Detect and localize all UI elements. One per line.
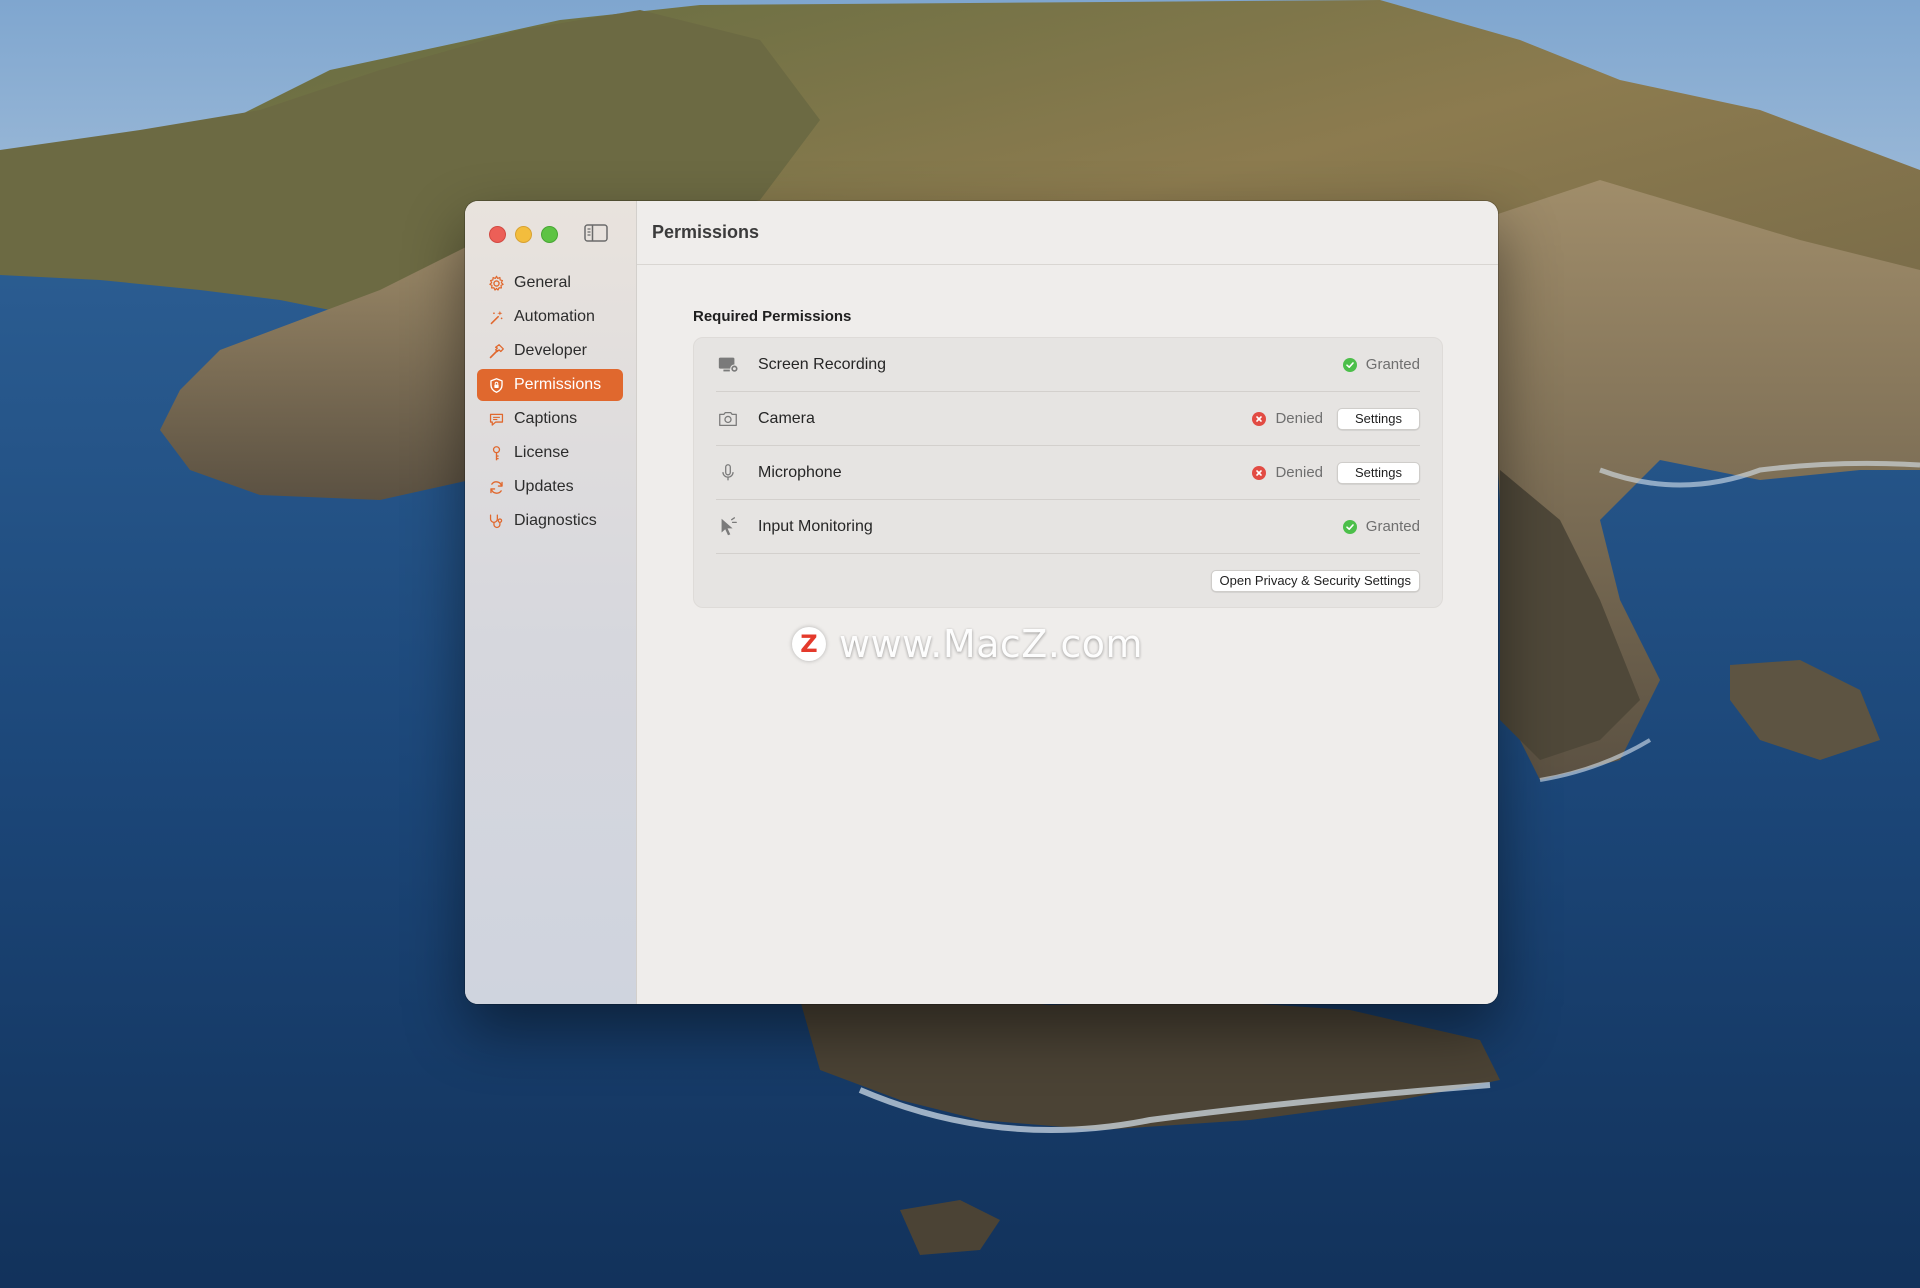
permission-status: Denied (1252, 410, 1323, 427)
camera-icon (716, 407, 740, 431)
shield-icon (487, 376, 505, 394)
sidebar-item-permissions[interactable]: Permissions (477, 369, 623, 401)
permission-status: Denied (1252, 464, 1323, 481)
watermark-text: www.MacZ.com (839, 622, 1144, 666)
sidebar-item-captions[interactable]: Captions (477, 403, 623, 435)
granted-check-icon (1342, 357, 1357, 372)
captions-icon (487, 410, 505, 428)
sidebar-item-label: Developer (514, 342, 587, 359)
permissions-content: Required Permissions Screen Recording Gr… (693, 308, 1443, 608)
screen-recording-icon (716, 353, 740, 377)
sidebar-item-license[interactable]: License (477, 437, 623, 469)
denied-x-icon (1252, 465, 1267, 480)
open-privacy-settings-button[interactable]: Open Privacy & Security Settings (1210, 569, 1420, 592)
permission-row-input-monitoring: Input Monitoring Granted (716, 500, 1420, 554)
camera-settings-button[interactable]: Settings (1337, 407, 1420, 430)
sidebar-item-diagnostics[interactable]: Diagnostics (477, 505, 623, 537)
permission-row-microphone: Microphone Denied Settings (716, 446, 1420, 500)
denied-x-icon (1252, 411, 1267, 426)
stethoscope-icon (487, 512, 505, 530)
permission-label: Screen Recording (758, 355, 887, 373)
sidebar-item-label: Diagnostics (514, 512, 597, 529)
close-button[interactable] (489, 226, 506, 243)
status-text: Granted (1365, 356, 1420, 373)
permission-label: Camera (758, 409, 815, 427)
magic-wand-icon (487, 308, 505, 326)
section-title: Required Permissions (693, 308, 852, 325)
sidebar-item-label: Captions (514, 410, 578, 427)
key-icon (487, 444, 505, 462)
zoom-button[interactable] (541, 226, 558, 243)
sidebar-item-automation[interactable]: Automation (477, 301, 623, 333)
sidebar-toggle-icon[interactable] (584, 223, 608, 243)
sidebar-item-label: Automation (514, 308, 595, 325)
page-title: Permissions (637, 201, 1498, 265)
watermark-logo: Z (792, 627, 826, 661)
status-text: Denied (1275, 464, 1324, 481)
sidebar-item-general[interactable]: General (477, 267, 623, 299)
refresh-icon (487, 478, 505, 496)
sidebar-item-developer[interactable]: Developer (477, 335, 623, 367)
sidebar-item-updates[interactable]: Updates (477, 471, 623, 503)
permission-row-camera: Camera Denied Settings (716, 392, 1420, 446)
permission-label: Input Monitoring (758, 517, 873, 535)
sidebar-item-label: Updates (514, 478, 574, 495)
app-window: General Automation Developer Permissions (465, 201, 1498, 1004)
hammer-icon (487, 342, 505, 360)
cursor-icon (716, 515, 740, 539)
status-text: Granted (1365, 518, 1420, 535)
granted-check-icon (1342, 519, 1357, 534)
sidebar: General Automation Developer Permissions (465, 201, 637, 1004)
panel-footer: Open Privacy & Security Settings (716, 554, 1420, 607)
window-controls (489, 226, 558, 243)
watermark: Z www.MacZ.com (792, 622, 1143, 666)
permissions-panel: Screen Recording Granted Camera Denied S… (693, 337, 1443, 608)
permission-status: Granted (1342, 356, 1420, 373)
main-pane: Permissions Required Permissions Screen … (637, 201, 1498, 1004)
gear-icon (487, 274, 505, 292)
permission-status: Granted (1342, 518, 1420, 535)
sidebar-nav: General Automation Developer Permissions (477, 267, 623, 539)
permission-row-screen-recording: Screen Recording Granted (716, 338, 1420, 392)
minimize-button[interactable] (515, 226, 532, 243)
sidebar-item-label: General (514, 274, 571, 291)
status-text: Denied (1275, 410, 1324, 427)
microphone-settings-button[interactable]: Settings (1337, 461, 1420, 484)
sidebar-item-label: Permissions (514, 376, 602, 393)
permission-label: Microphone (758, 463, 842, 481)
sidebar-item-label: License (514, 444, 570, 461)
microphone-icon (716, 461, 740, 485)
